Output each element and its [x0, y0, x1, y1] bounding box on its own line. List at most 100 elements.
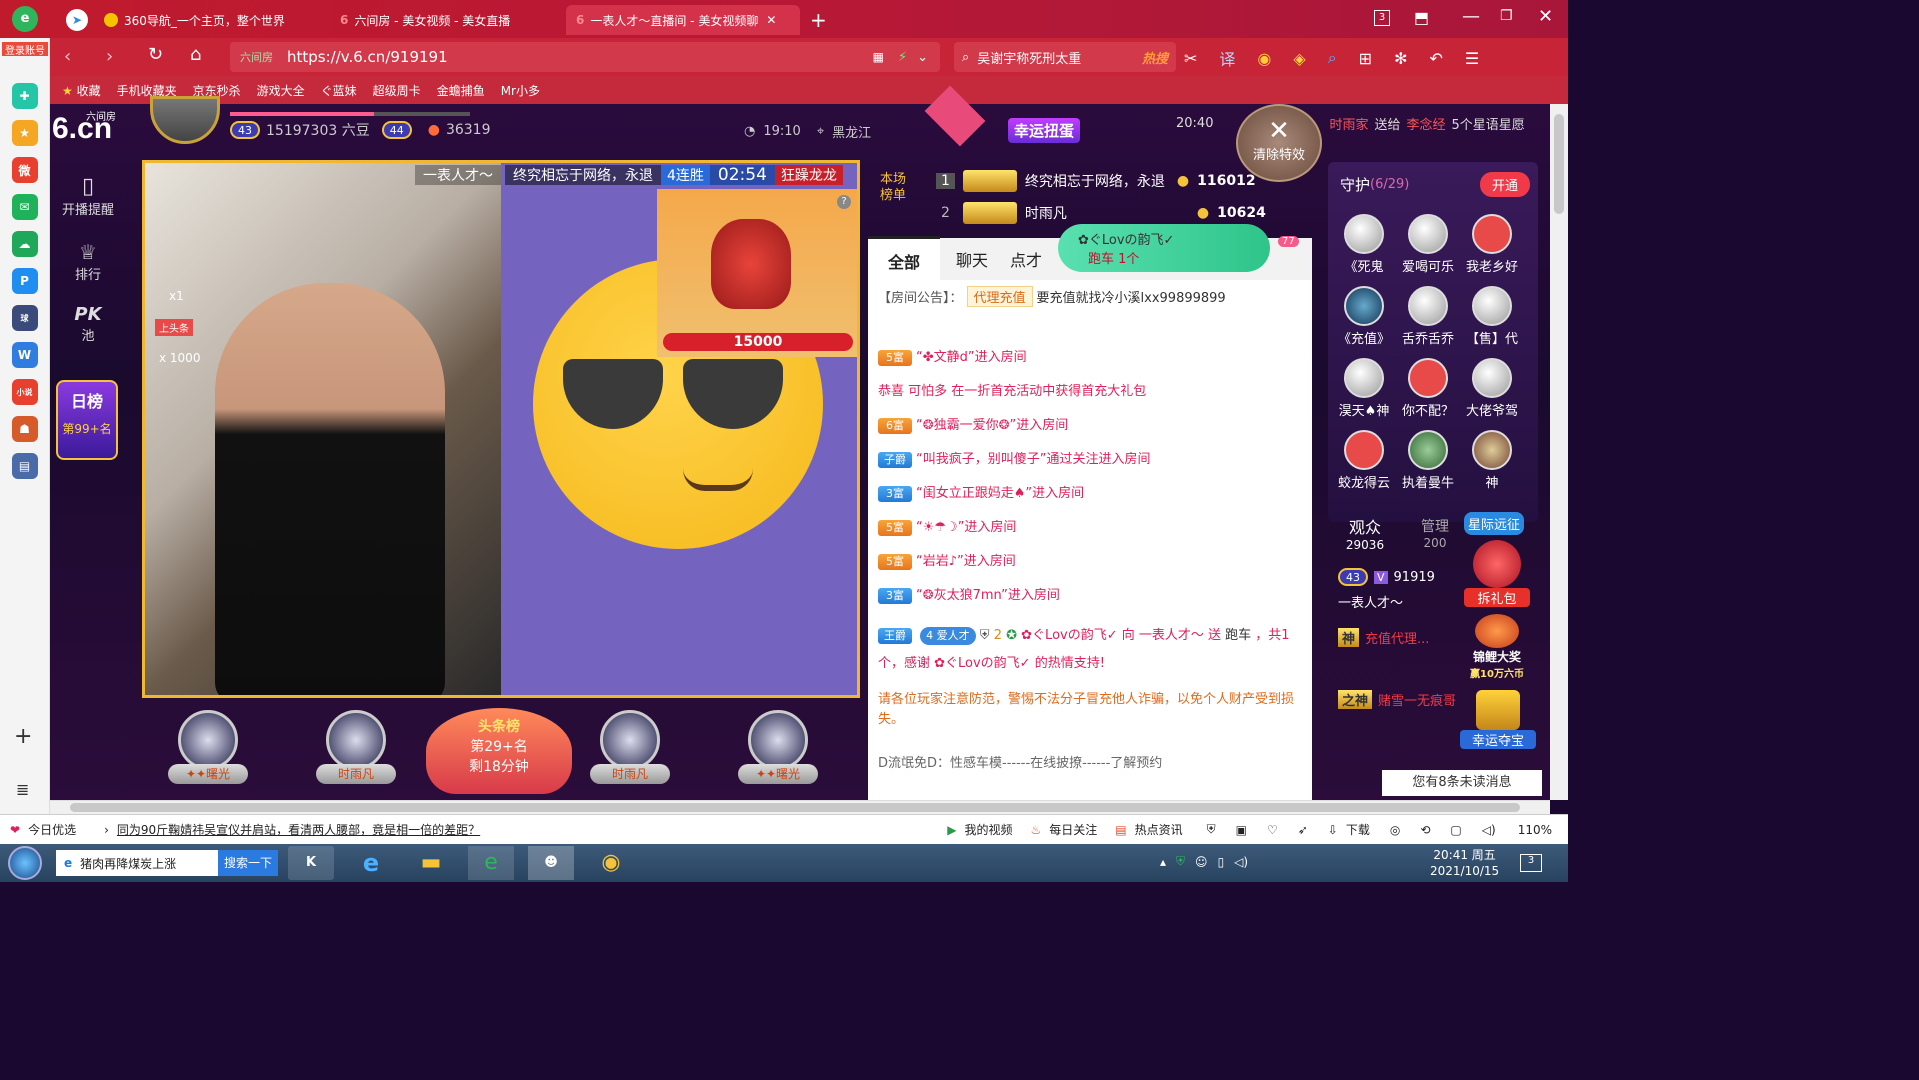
- today-pick[interactable]: 今日优选: [28, 821, 76, 838]
- mail-app-icon[interactable]: ✉: [11, 194, 38, 220]
- audience-tab[interactable]: 观众 29036: [1340, 514, 1390, 552]
- host-avatar[interactable]: [150, 96, 220, 144]
- horizontal-scrollbar[interactable]: [50, 800, 1550, 814]
- sync-icon[interactable]: ⟲: [1420, 823, 1430, 837]
- list-icon[interactable]: ≣: [16, 780, 29, 799]
- docs-app-icon[interactable]: W: [11, 342, 38, 368]
- search-box[interactable]: ⌕ 吴谢宇称死刑太重 热搜: [954, 42, 1176, 72]
- scissors-icon[interactable]: ✂: [1184, 49, 1197, 68]
- guard-item[interactable]: 我老乡好: [1462, 214, 1522, 275]
- close-window-button[interactable]: ✕: [1538, 6, 1553, 27]
- flash-icon[interactable]: ⚡: [898, 50, 907, 65]
- clock[interactable]: 20:41 周五 2021/10/15: [1430, 847, 1499, 879]
- speed-icon[interactable]: ◎: [1390, 823, 1400, 837]
- undo-icon[interactable]: ↶: [1429, 49, 1442, 68]
- search-icon[interactable]: ⌕: [962, 50, 969, 65]
- member-row[interactable]: 神 充值代理...: [1338, 628, 1429, 647]
- k-app-icon[interactable]: K: [288, 846, 334, 880]
- back-icon[interactable]: ‹: [64, 46, 71, 67]
- chevron-down-icon[interactable]: ⌄: [917, 50, 928, 65]
- restore-button[interactable]: ❐: [1500, 8, 1513, 24]
- member-row[interactable]: 43 V 91919: [1338, 568, 1435, 586]
- sports-app-icon[interactable]: 球: [11, 305, 38, 331]
- guard-item[interactable]: 【售】代: [1462, 286, 1522, 347]
- bookmark-star[interactable]: ★ 收藏: [62, 82, 101, 99]
- novel-app-icon[interactable]: 小说: [11, 379, 38, 405]
- app-icon[interactable]: ▤: [11, 453, 38, 479]
- shield-icon[interactable]: ⛨: [1207, 822, 1216, 837]
- guard-item[interactable]: 舌乔舌乔: [1398, 286, 1458, 347]
- guard-item[interactable]: 神: [1462, 430, 1522, 491]
- security-app-icon[interactable]: ✚: [11, 83, 38, 109]
- my-video-link[interactable]: 我的视频: [964, 821, 1012, 838]
- tab-all[interactable]: 全部: [868, 235, 941, 283]
- qr-icon[interactable]: ▦: [873, 50, 884, 64]
- folder-app-icon[interactable]: ▬: [408, 846, 454, 880]
- media-app-icon[interactable]: ☻: [528, 846, 574, 880]
- guard-item[interactable]: 蛟龙得云: [1334, 430, 1394, 491]
- site-logo[interactable]: 6.cn 六间房: [52, 112, 116, 146]
- heart-outline-icon[interactable]: ♡: [1267, 823, 1278, 837]
- tray-volume-icon[interactable]: ◁): [1234, 855, 1248, 869]
- hot-news-link[interactable]: 热点资讯: [1135, 821, 1183, 838]
- browser-app-icon[interactable]: e: [468, 846, 514, 880]
- guard-item[interactable]: 淏天♠神: [1334, 358, 1394, 419]
- dragon-panel[interactable]: ? 15000: [657, 189, 857, 357]
- new-tab-button[interactable]: +: [810, 8, 827, 32]
- translate-icon[interactable]: 译: [1219, 46, 1235, 70]
- guard-item[interactable]: 执着曼牛: [1398, 430, 1458, 491]
- leaderboard-row[interactable]: 2 时雨凡 ● 10624: [936, 202, 1266, 224]
- member-row[interactable]: 之神 赌雪一无痕哥: [1338, 690, 1456, 709]
- daily-rank-badge[interactable]: 日榜 第99+名: [56, 380, 118, 460]
- vertical-scrollbar[interactable]: [1550, 104, 1568, 800]
- seat[interactable]: 时雨凡: [316, 710, 396, 790]
- window-icon[interactable]: ▢: [1450, 823, 1461, 837]
- seat[interactable]: ✦✦曙光: [738, 710, 818, 790]
- browser-logo-icon[interactable]: e: [12, 6, 38, 32]
- unread-messages[interactable]: 您有8条未读消息: [1382, 770, 1542, 796]
- volume-icon[interactable]: ◁): [1482, 823, 1496, 837]
- minimize-button[interactable]: —: [1462, 6, 1480, 27]
- weibo-app-icon[interactable]: 微: [11, 157, 38, 183]
- lucky-treasure-button[interactable]: 幸运夺宝: [1460, 690, 1536, 749]
- guard-item[interactable]: 《死鬼: [1334, 214, 1394, 275]
- expedition-button[interactable]: 星际远征: [1464, 512, 1525, 535]
- tab-count-badge[interactable]: 3: [1374, 10, 1390, 26]
- carp-prize-button[interactable]: 锦鲤大奖 赢10万六币: [1460, 614, 1534, 680]
- taskbar-search[interactable]: e 猪肉再降煤炭上涨 搜索一下: [56, 850, 278, 876]
- magnifier-icon[interactable]: ⌕: [1328, 48, 1337, 68]
- p-app-icon[interactable]: P: [11, 268, 38, 294]
- tray-arrow-icon[interactable]: ▴: [1160, 855, 1166, 869]
- tab-points[interactable]: 点才: [1004, 237, 1048, 281]
- guard-item[interactable]: 爱喝可乐: [1398, 214, 1458, 275]
- hot-search-tag[interactable]: 热搜: [1142, 48, 1168, 67]
- bookmark-item[interactable]: ぐ蓝妹: [321, 82, 357, 99]
- live-remind-button[interactable]: ▯ 开播提醒: [56, 164, 120, 226]
- seat[interactable]: 时雨凡: [590, 710, 670, 790]
- add-app-icon[interactable]: +: [14, 724, 32, 749]
- coin-icon[interactable]: ◉: [1257, 49, 1271, 68]
- guard-item[interactable]: 大佬爷驾: [1462, 358, 1522, 419]
- lucky-egg-banner[interactable]: 幸运扭蛋: [1008, 118, 1081, 143]
- chrome-app-icon[interactable]: ◉: [588, 846, 634, 880]
- rank-button[interactable]: ♕ 排行: [56, 226, 120, 298]
- tab-liujianfang[interactable]: 6 六间房 - 美女视频 - 美女直播: [330, 5, 560, 35]
- pk-pool-button[interactable]: PK 池: [56, 298, 120, 362]
- help-icon[interactable]: ?: [837, 195, 851, 209]
- login-label[interactable]: 登录账号: [2, 42, 48, 57]
- tab-live-room[interactable]: 6 一表人才～直播间 - 美女视频聊 ✕: [566, 5, 800, 35]
- red-packet-button[interactable]: 拆礼包: [1464, 540, 1530, 607]
- bookmark-item[interactable]: Mr小多: [501, 82, 540, 99]
- game-app-icon[interactable]: ☗: [11, 416, 38, 442]
- image-icon[interactable]: ▣: [1236, 823, 1247, 837]
- forward-icon[interactable]: ›: [106, 46, 113, 67]
- ie-app-icon[interactable]: e: [348, 846, 394, 880]
- tray-shield-icon[interactable]: ⛨: [1176, 854, 1185, 869]
- daily-follow-link[interactable]: 每日关注: [1049, 821, 1097, 838]
- refresh-icon[interactable]: ↻: [148, 44, 163, 65]
- open-guard-button[interactable]: 开通: [1480, 172, 1531, 197]
- bookmark-item[interactable]: 游戏大全: [257, 82, 305, 99]
- car-notice[interactable]: ✿ぐLovの韵飞✓ 跑车 1个: [1058, 224, 1270, 272]
- news-link[interactable]: 同为90斤鞠婧祎吴宣仪并肩站，看清两人腰部，竟是相一倍的差距？: [117, 821, 480, 838]
- bookmark-item[interactable]: 金蟾捕鱼: [437, 82, 485, 99]
